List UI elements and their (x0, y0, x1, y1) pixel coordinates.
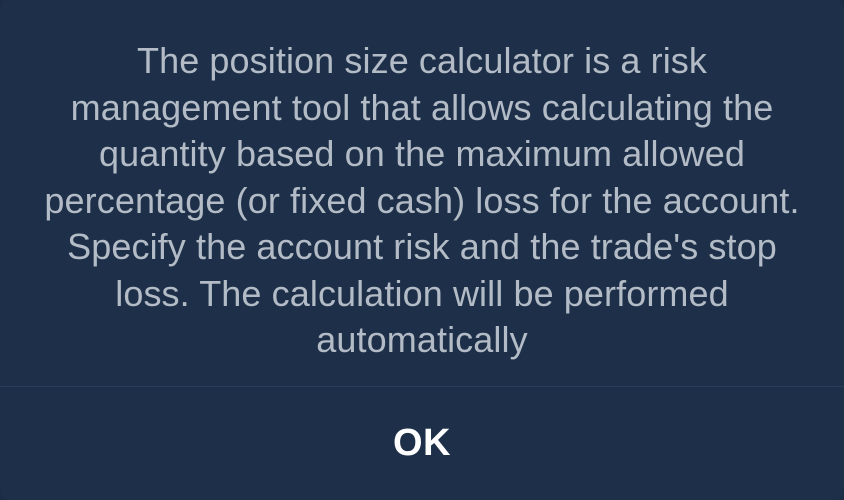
ok-button[interactable]: OK (0, 387, 844, 500)
info-dialog: The position size calculator is a risk m… (0, 0, 844, 500)
dialog-message: The position size calculator is a risk m… (44, 40, 800, 360)
